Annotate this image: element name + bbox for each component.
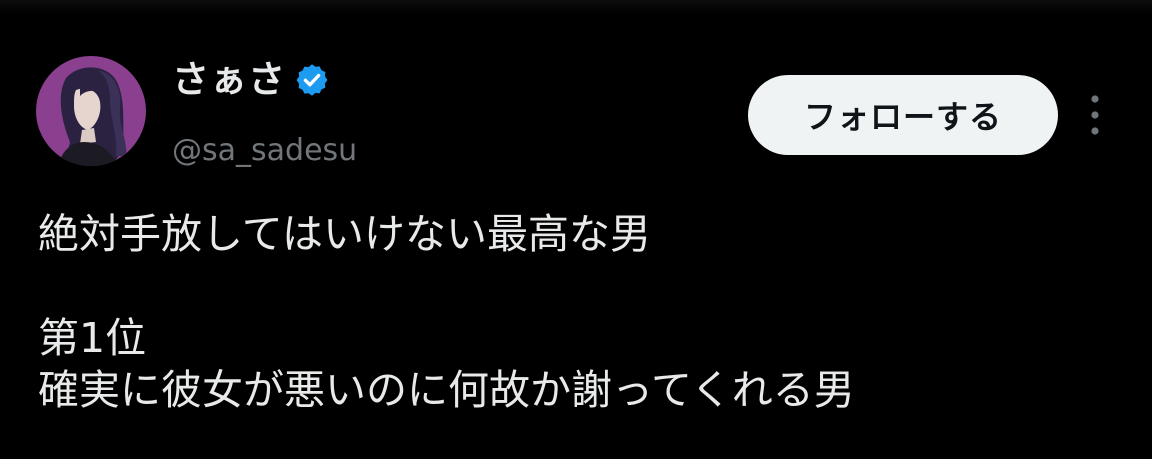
profile-avatar[interactable]: [36, 56, 146, 166]
tweet-line: 確実に彼女が悪いのに何故か謝ってくれる男: [38, 366, 855, 414]
display-name[interactable]: さぁさ: [172, 58, 286, 102]
more-vertical-icon[interactable]: [1082, 88, 1108, 142]
tweet-line: 絶対手放してはいけない最高な男: [38, 210, 651, 258]
top-divider: [0, 0, 1152, 14]
tweet-text: 絶対手放してはいけない最高な男 第1位 確実に彼女が悪いのに何故か謝ってくれる男: [38, 208, 1128, 416]
author-name-row[interactable]: さぁさ: [172, 58, 330, 102]
follow-button[interactable]: フォローする: [748, 75, 1058, 155]
verified-badge-icon: [296, 64, 328, 96]
tweet-card: さぁさ @sa_sadesu フォローする 絶対手放してはいけない最高な男 第1…: [0, 0, 1152, 459]
avatar-image: [36, 56, 146, 166]
author-handle[interactable]: @sa_sadesu: [172, 132, 357, 170]
tweet-line: 第1位: [38, 314, 147, 362]
tweet-line-break: [38, 260, 1128, 312]
